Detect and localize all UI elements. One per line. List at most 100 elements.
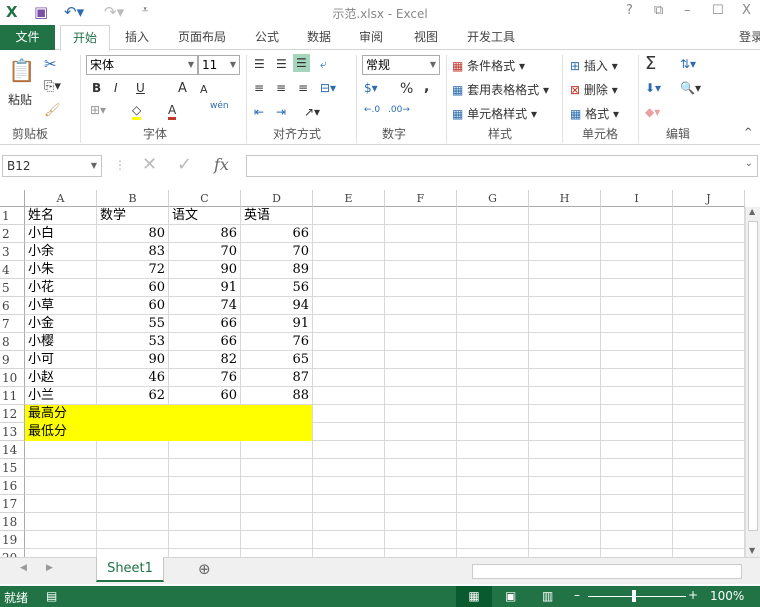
add-sheet-icon[interactable]: ⊕ — [198, 560, 211, 578]
cell[interactable] — [385, 297, 457, 315]
format-as-table-button[interactable]: ▦ 套用表格格式 ▾ — [452, 81, 549, 98]
cell[interactable] — [313, 369, 385, 387]
copy-icon[interactable]: ⎘▾ — [44, 79, 61, 94]
cell[interactable] — [673, 495, 745, 513]
format-cells-button[interactable]: ▦ 格式 ▾ — [570, 105, 619, 122]
cell[interactable] — [529, 279, 601, 297]
cell[interactable] — [313, 495, 385, 513]
cell[interactable]: 小花 — [25, 279, 97, 297]
cell[interactable] — [673, 369, 745, 387]
cell[interactable]: 小兰 — [25, 387, 97, 405]
cell[interactable]: 姓名 — [25, 207, 97, 225]
cell[interactable]: 66 — [169, 333, 241, 351]
row-header[interactable]: 19 — [0, 531, 25, 549]
cell[interactable]: 62 — [97, 387, 169, 405]
tab-page-layout[interactable]: 页面布局 — [170, 25, 234, 50]
cell[interactable] — [529, 243, 601, 261]
fill-icon[interactable]: ⬇▾ — [645, 81, 661, 95]
cell[interactable] — [385, 225, 457, 243]
cell[interactable] — [529, 207, 601, 225]
cell[interactable] — [313, 279, 385, 297]
align-middle-icon[interactable]: ☰ — [276, 57, 287, 71]
cell[interactable] — [313, 315, 385, 333]
cell[interactable] — [241, 405, 313, 423]
cell[interactable] — [529, 297, 601, 315]
increase-decimal-icon[interactable]: ←.0 — [364, 105, 380, 115]
cell[interactable]: 小可 — [25, 351, 97, 369]
cell[interactable] — [313, 387, 385, 405]
comma-button[interactable]: , — [424, 79, 429, 95]
cell[interactable] — [385, 387, 457, 405]
cell[interactable] — [601, 351, 673, 369]
row-header[interactable]: 16 — [0, 477, 25, 495]
cell[interactable] — [529, 531, 601, 549]
autosum-button[interactable]: Σ — [645, 53, 656, 74]
cell[interactable] — [457, 423, 529, 441]
cell[interactable] — [529, 351, 601, 369]
cell[interactable]: 80 — [97, 225, 169, 243]
cell[interactable]: 最低分 — [25, 423, 97, 441]
cell[interactable] — [673, 243, 745, 261]
row-header[interactable]: 8 — [0, 333, 25, 351]
cell[interactable] — [457, 333, 529, 351]
cell[interactable] — [601, 315, 673, 333]
cell[interactable]: 86 — [169, 225, 241, 243]
font-size-select[interactable]: 11 ▼ — [198, 55, 240, 75]
row-header[interactable]: 2 — [0, 225, 25, 243]
next-sheet-icon[interactable]: ▶ — [46, 563, 53, 573]
cell[interactable] — [385, 261, 457, 279]
align-left-icon[interactable]: ≡ — [254, 81, 264, 95]
cell[interactable] — [169, 513, 241, 531]
cell[interactable]: 小草 — [25, 297, 97, 315]
align-center-icon[interactable]: ≡ — [276, 81, 286, 95]
cell[interactable] — [385, 531, 457, 549]
cut-icon[interactable]: ✂ — [44, 55, 57, 73]
cell[interactable] — [601, 513, 673, 531]
row-header[interactable]: 17 — [0, 495, 25, 513]
cell[interactable] — [169, 477, 241, 495]
cell[interactable] — [313, 261, 385, 279]
column-header-A[interactable]: A — [25, 190, 97, 207]
align-bottom-icon[interactable]: ☰ — [293, 54, 310, 72]
cell[interactable]: 英语 — [241, 207, 313, 225]
cell[interactable] — [601, 261, 673, 279]
normal-view-icon[interactable]: ▦ — [456, 586, 492, 607]
login-link[interactable]: 登录 — [736, 25, 760, 50]
row-header[interactable]: 9 — [0, 351, 25, 369]
format-painter-icon[interactable]: 🖌 — [44, 103, 61, 118]
help-button[interactable]: ? — [626, 3, 633, 18]
cell[interactable] — [313, 297, 385, 315]
cell[interactable] — [673, 333, 745, 351]
insert-function-button[interactable]: fx — [214, 155, 229, 174]
cell[interactable] — [457, 477, 529, 495]
row-header[interactable]: 1 — [0, 207, 25, 225]
cell[interactable] — [529, 513, 601, 531]
percent-button[interactable]: % — [400, 81, 413, 97]
column-header-J[interactable]: J — [673, 190, 745, 207]
cell[interactable] — [241, 441, 313, 459]
cell[interactable] — [25, 477, 97, 495]
cell[interactable] — [529, 459, 601, 477]
enter-icon[interactable]: ✓ — [177, 154, 192, 175]
cell[interactable] — [25, 441, 97, 459]
bold-button[interactable]: B — [92, 81, 101, 95]
cell[interactable]: 70 — [169, 243, 241, 261]
cell[interactable] — [385, 279, 457, 297]
cell-styles-button[interactable]: ▦ 单元格样式 ▾ — [452, 105, 537, 122]
select-all-button[interactable] — [0, 190, 25, 207]
fill-color-icon[interactable]: ◇ — [132, 103, 142, 120]
cell[interactable] — [601, 423, 673, 441]
close-button[interactable]: X — [742, 3, 751, 18]
row-header[interactable]: 14 — [0, 441, 25, 459]
cell[interactable]: 小朱 — [25, 261, 97, 279]
cell[interactable]: 83 — [97, 243, 169, 261]
cell[interactable] — [529, 441, 601, 459]
zoom-out-button[interactable]: – — [574, 588, 580, 602]
cell[interactable] — [529, 225, 601, 243]
vertical-scrollbar[interactable]: ▲ ▼ — [745, 207, 760, 557]
cell[interactable] — [25, 459, 97, 477]
accounting-format-icon[interactable]: $▾ — [364, 81, 378, 95]
cell[interactable] — [457, 297, 529, 315]
row-header[interactable]: 7 — [0, 315, 25, 333]
cell[interactable]: 65 — [241, 351, 313, 369]
